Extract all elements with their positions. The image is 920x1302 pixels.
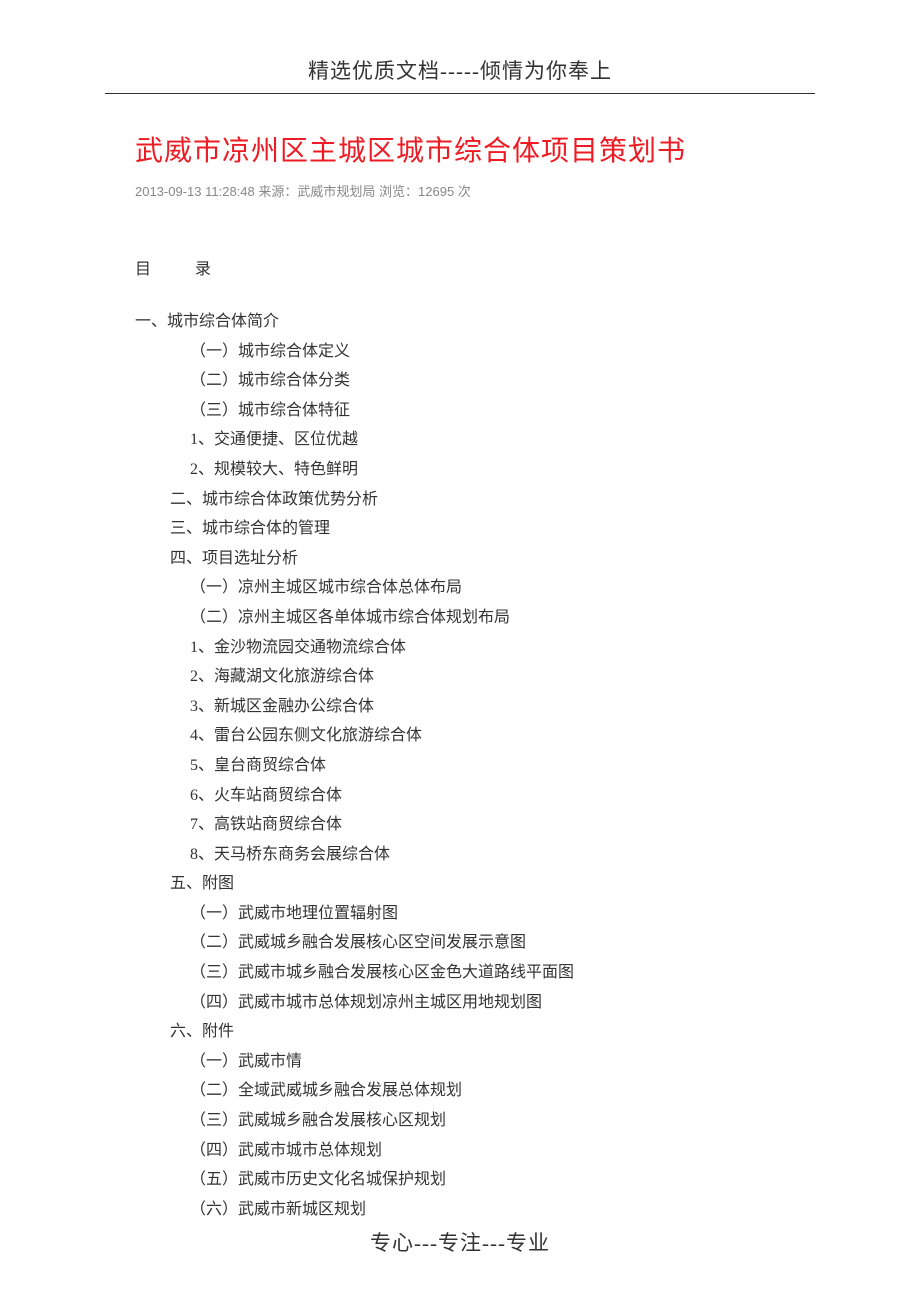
toc-item: （一）凉州主城区城市综合体总体布局	[190, 573, 785, 603]
meta-views-value: 12695	[418, 184, 454, 199]
document-title: 武威市凉州区主城区城市综合体项目策划书	[135, 129, 785, 169]
toc-item: （三）武威市城乡融合发展核心区金色大道路线平面图	[190, 958, 785, 988]
document-meta: 2013-09-13 11:28:48 来源：武威市规划局 浏览：12695 次	[135, 181, 785, 200]
content-area: 武威市凉州区主城区城市综合体项目策划书 2013-09-13 11:28:48 …	[0, 94, 920, 1224]
page-footer: 专心---专注---专业	[0, 1227, 920, 1257]
toc-item: （一）武威市地理位置辐射图	[190, 899, 785, 929]
toc-item: （五）武威市历史文化名城保护规划	[190, 1165, 785, 1195]
toc-item: （二）城市综合体分类	[190, 366, 785, 396]
toc-item: （一）武威市情	[190, 1047, 785, 1077]
meta-views-unit: 次	[458, 184, 471, 199]
page-header: 精选优质文档-----倾情为你奉上	[0, 0, 920, 93]
toc-item: （三）武威城乡融合发展核心区规划	[190, 1106, 785, 1136]
toc-item: （六）武威市新城区规划	[190, 1195, 785, 1225]
toc-item: 2、规模较大、特色鲜明	[190, 455, 785, 485]
meta-source-value: 武威市规划局	[297, 184, 375, 199]
toc-item: 6、火车站商贸综合体	[190, 781, 785, 811]
toc-item: 二、城市综合体政策优势分析	[170, 485, 785, 515]
toc-item: 4、雷台公园东侧文化旅游综合体	[190, 721, 785, 751]
toc-item: 一、城市综合体简介	[135, 307, 785, 337]
toc-item: 三、城市综合体的管理	[170, 514, 785, 544]
toc-item: 7、高铁站商贸综合体	[190, 810, 785, 840]
toc-item: （三）城市综合体特征	[190, 396, 785, 426]
meta-views-label: 浏览：	[379, 184, 418, 199]
toc-item: 四、项目选址分析	[170, 544, 785, 574]
toc-item: （一）城市综合体定义	[190, 337, 785, 367]
toc-item: 1、交通便捷、区位优越	[190, 425, 785, 455]
meta-datetime: 2013-09-13 11:28:48	[135, 184, 255, 199]
toc-item: （四）武威市城市总体规划凉州主城区用地规划图	[190, 988, 785, 1018]
meta-source-label: 来源：	[258, 184, 297, 199]
toc-item: 3、新城区金融办公综合体	[190, 692, 785, 722]
toc-item: （二）全域武威城乡融合发展总体规划	[190, 1076, 785, 1106]
toc-item: 2、海藏湖文化旅游综合体	[190, 662, 785, 692]
toc-heading: 目 录	[135, 255, 785, 279]
toc-item: （二）凉州主城区各单体城市综合体规划布局	[190, 603, 785, 633]
toc-item: 五、附图	[170, 869, 785, 899]
toc-container: 一、城市综合体简介 （一）城市综合体定义 （二）城市综合体分类 （三）城市综合体…	[135, 307, 785, 1224]
toc-item: 8、天马桥东商务会展综合体	[190, 840, 785, 870]
toc-item: 六、附件	[170, 1017, 785, 1047]
toc-item: 5、皇台商贸综合体	[190, 751, 785, 781]
toc-item: 1、金沙物流园交通物流综合体	[190, 633, 785, 663]
toc-item: （二）武威城乡融合发展核心区空间发展示意图	[190, 928, 785, 958]
toc-item: （四）武威市城市总体规划	[190, 1136, 785, 1166]
